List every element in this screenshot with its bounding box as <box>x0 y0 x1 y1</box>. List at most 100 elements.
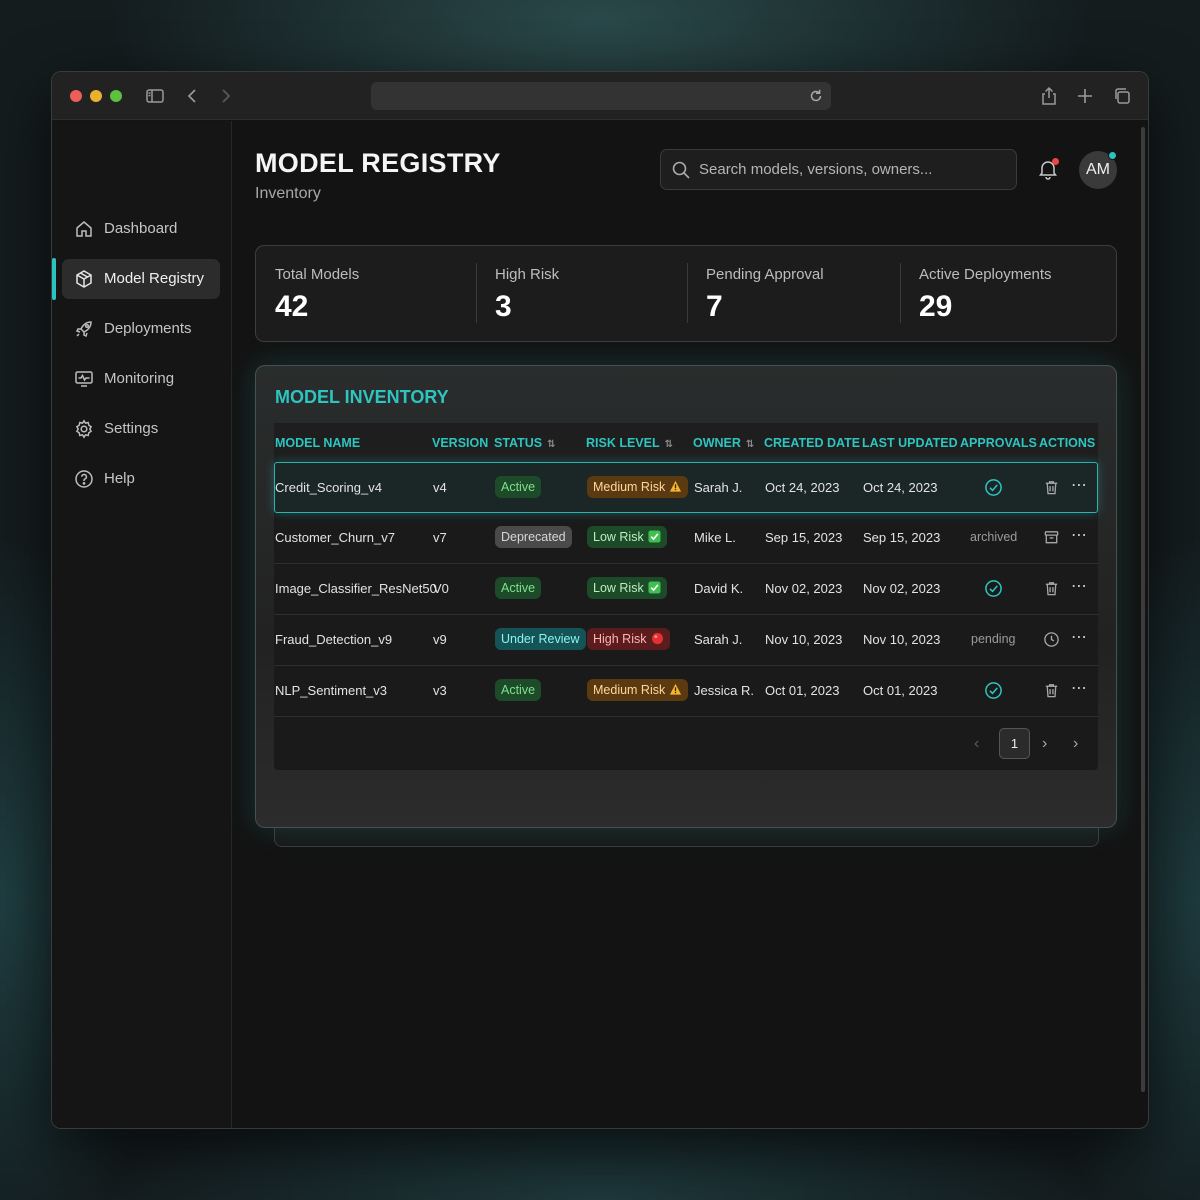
risk-badge: Low Risk <box>587 526 667 548</box>
stat-value: 42 <box>275 290 309 323</box>
table-row[interactable]: NLP_Sentiment_v3 v3 Active Medium Risk J… <box>274 666 1098 717</box>
stat-label: Total Models <box>275 266 360 283</box>
next-page-icon[interactable]: › <box>1042 735 1047 753</box>
approved-check-icon <box>984 681 1003 700</box>
table-row[interactable]: Image_Classifier_ResNet50 V0 Active Low … <box>274 564 1098 615</box>
stat-divider <box>687 263 688 323</box>
table-header: MODEL NAME VERSION STATUS ⇅ RISK LEVEL ⇅ O… <box>274 423 1098 461</box>
model-name-cell[interactable]: Credit_Scoring_v4 <box>275 480 382 495</box>
sidebar-item-dashboard[interactable]: Dashboard <box>62 209 220 249</box>
table-row[interactable]: Fraud_Detection_v9 v9 Under Review High … <box>274 615 1098 666</box>
sidebar-item-model-registry[interactable]: Model Registry <box>62 259 220 299</box>
avatar-initials: AM <box>1086 161 1110 178</box>
sidebar-toggle-icon[interactable] <box>145 86 165 106</box>
search-box[interactable] <box>660 149 1017 190</box>
stat-high-risk: High Risk 3 <box>495 246 685 341</box>
address-bar[interactable] <box>371 82 831 110</box>
col-header-last-updated[interactable]: LAST UPDATED <box>862 436 958 450</box>
sort-icon[interactable]: ⇅ <box>547 439 555 450</box>
risk-badge: Low Risk <box>587 577 667 599</box>
stat-total-models: Total Models 42 <box>275 246 475 341</box>
page-number-button[interactable]: 1 <box>999 728 1030 759</box>
created-date-cell: Nov 02, 2023 <box>765 581 843 596</box>
col-header-risk-level[interactable]: RISK LEVEL ⇅ <box>586 436 673 450</box>
minimize-window-button[interactable] <box>90 90 102 102</box>
col-header-label: STATUS <box>494 436 543 450</box>
created-date-cell: Sep 15, 2023 <box>765 530 843 545</box>
close-window-button[interactable] <box>70 90 82 102</box>
owner-cell: Sarah J. <box>694 632 743 647</box>
col-header-created-date[interactable]: CREATED DATE <box>764 436 860 450</box>
model-name-cell[interactable]: Image_Classifier_ResNet50 <box>275 581 437 596</box>
last-updated-cell: Nov 10, 2023 <box>863 632 941 647</box>
more-options-icon[interactable]: ⋯ <box>1071 627 1087 647</box>
last-page-icon[interactable]: › <box>1073 735 1078 753</box>
delete-icon[interactable] <box>1043 580 1060 597</box>
status-badge: Deprecated <box>495 526 572 548</box>
more-options-icon[interactable]: ⋯ <box>1071 525 1087 545</box>
col-header-approvals[interactable]: APPROVALS <box>960 436 1037 450</box>
stat-divider <box>900 263 901 323</box>
sort-icon[interactable]: ⇅ <box>746 439 754 450</box>
stat-divider <box>476 263 477 323</box>
last-updated-cell: Nov 02, 2023 <box>863 581 941 596</box>
sidebar-item-label: Deployments <box>104 320 192 337</box>
delete-icon[interactable] <box>1043 682 1060 699</box>
check-box-icon <box>648 581 661 594</box>
risk-badge: Medium Risk <box>587 476 689 498</box>
rocket-icon <box>74 319 94 339</box>
col-header-label: RISK LEVEL <box>586 436 660 450</box>
help-icon <box>74 469 94 489</box>
approval-status-text: archived <box>970 530 1018 544</box>
model-inventory-card: MODEL INVENTORY MODEL NAME VERSION STATU… <box>255 365 1117 828</box>
col-header-owner[interactable]: OWNER ⇅ <box>693 436 754 450</box>
scrollbar[interactable] <box>1141 127 1145 1092</box>
created-date-cell: Oct 01, 2023 <box>765 683 840 698</box>
owner-cell: David K. <box>694 581 744 596</box>
share-icon[interactable] <box>1039 86 1059 106</box>
table-row[interactable]: Credit_Scoring_v4 v4 Active Medium Risk … <box>274 462 1098 513</box>
browser-window: Dashboard Model Registry Deployments Mon… <box>51 71 1149 1129</box>
model-name-cell[interactable]: Fraud_Detection_v9 <box>275 632 392 647</box>
sidebar-item-help[interactable]: Help <box>62 459 220 499</box>
avatar[interactable]: AM <box>1079 151 1117 189</box>
back-arrow-icon[interactable] <box>183 86 203 106</box>
model-name-cell[interactable]: NLP_Sentiment_v3 <box>275 683 387 698</box>
approved-check-icon <box>984 478 1003 497</box>
archive-icon[interactable] <box>1043 529 1060 546</box>
more-options-icon[interactable]: ⋯ <box>1071 475 1087 495</box>
notification-bell-icon[interactable] <box>1037 158 1059 180</box>
sidebar-item-monitoring[interactable]: Monitoring <box>62 359 220 399</box>
sort-icon[interactable]: ⇅ <box>665 439 673 450</box>
clock-icon[interactable] <box>1043 631 1060 648</box>
maximize-window-button[interactable] <box>110 90 122 102</box>
col-header-version[interactable]: VERSION <box>432 436 488 450</box>
tabs-overview-icon[interactable] <box>1112 86 1132 106</box>
table-row[interactable]: Customer_Churn_v7 v7 Deprecated Low Risk… <box>274 513 1098 564</box>
gear-icon <box>74 419 94 439</box>
sidebar-item-settings[interactable]: Settings <box>62 409 220 449</box>
active-indicator <box>52 258 56 300</box>
col-header-status[interactable]: STATUS ⇅ <box>494 436 556 450</box>
status-badge: Active <box>495 679 542 701</box>
sidebar-item-deployments[interactable]: Deployments <box>62 309 220 349</box>
model-name-cell[interactable]: Customer_Churn_v7 <box>275 530 395 545</box>
more-options-icon[interactable]: ⋯ <box>1071 678 1087 698</box>
new-tab-icon[interactable] <box>1075 86 1095 106</box>
risk-label: Medium Risk <box>593 480 666 494</box>
stat-label: High Risk <box>495 266 560 283</box>
delete-icon[interactable] <box>1043 479 1060 496</box>
status-badge: Active <box>495 476 542 498</box>
warning-icon <box>669 683 682 696</box>
more-options-icon[interactable]: ⋯ <box>1071 576 1087 596</box>
last-updated-cell: Sep 15, 2023 <box>863 530 941 545</box>
stats-card: Total Models 42 High Risk 3 Pending Appr… <box>255 245 1117 342</box>
home-icon <box>74 219 94 239</box>
reload-icon[interactable] <box>807 87 825 105</box>
col-header-model-name[interactable]: MODEL NAME <box>275 436 360 450</box>
previous-page-icon[interactable]: ‹ <box>974 735 979 753</box>
search-input[interactable] <box>699 150 1009 189</box>
col-header-label: OWNER <box>693 436 741 450</box>
forward-arrow-icon[interactable] <box>215 86 235 106</box>
sidebar-item-label: Settings <box>104 420 159 437</box>
